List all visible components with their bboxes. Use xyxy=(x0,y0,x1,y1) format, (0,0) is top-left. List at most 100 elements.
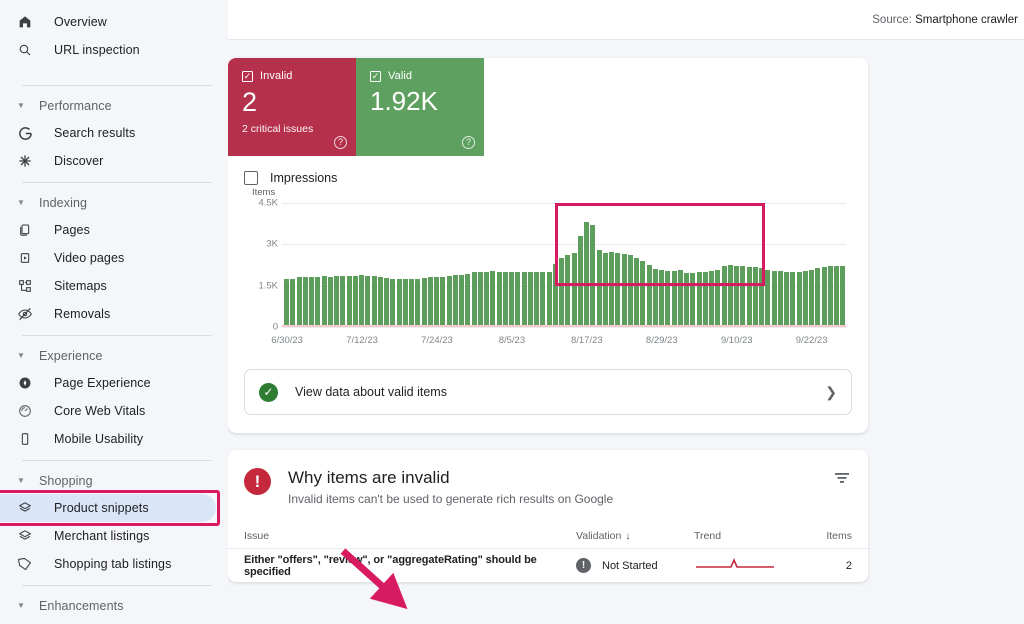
chart-bar[interactable] xyxy=(534,272,539,327)
chevron-right-icon[interactable]: ❯ xyxy=(825,384,837,401)
chevron-down-icon[interactable]: ▼ xyxy=(14,102,28,110)
issue-description[interactable]: Either "offers", "review", or "aggregate… xyxy=(244,554,576,578)
chart-bar[interactable] xyxy=(459,275,464,327)
chart-bar[interactable] xyxy=(390,279,395,327)
chart-bar[interactable] xyxy=(603,253,608,327)
chart-bar[interactable] xyxy=(440,277,445,327)
chart-bar[interactable] xyxy=(540,272,545,327)
sidebar-item-mobile-usability[interactable]: Mobile Usability xyxy=(0,425,216,453)
chart-bar[interactable] xyxy=(378,277,383,327)
chart-bar[interactable] xyxy=(640,261,645,327)
sidebar-item-product-snippets[interactable]: Product snippets xyxy=(0,494,216,522)
sidebar-item-shopping-tab-listings[interactable]: Shopping tab listings xyxy=(0,550,216,578)
chart-bar[interactable] xyxy=(284,279,289,327)
sidebar-group-experience[interactable]: ▼Experience xyxy=(0,343,228,369)
sidebar-item-url-inspection[interactable]: URL inspection xyxy=(0,36,216,64)
chart-bar[interactable] xyxy=(334,276,339,327)
chart-bar[interactable] xyxy=(465,274,470,327)
chart-bar[interactable] xyxy=(372,276,377,327)
chart-bar[interactable] xyxy=(803,271,808,327)
chart-bar[interactable] xyxy=(328,277,333,327)
chart-bar[interactable] xyxy=(815,268,820,327)
sidebar-item-removals[interactable]: Removals xyxy=(0,300,216,328)
sidebar-item-core-web-vitals[interactable]: Core Web Vitals xyxy=(0,397,216,425)
chart-bar[interactable] xyxy=(515,272,520,327)
chevron-down-icon[interactable]: ▼ xyxy=(14,602,28,610)
chart-bar[interactable] xyxy=(472,272,477,327)
chart-bar[interactable] xyxy=(834,266,839,327)
sidebar-item-sitemaps[interactable]: Sitemaps xyxy=(0,272,216,300)
chart-bar[interactable] xyxy=(522,272,527,327)
chart-bar[interactable] xyxy=(784,272,789,327)
help-icon[interactable]: ? xyxy=(334,136,347,149)
chart-bar[interactable] xyxy=(672,271,677,327)
invalid-tile[interactable]: ✓ Invalid 2 2 critical issues ? xyxy=(228,58,356,156)
chart-bar[interactable] xyxy=(590,225,595,328)
chart-bar[interactable] xyxy=(347,276,352,327)
chart-bar[interactable] xyxy=(615,253,620,327)
chart-bar[interactable] xyxy=(497,272,502,327)
sidebar-group-indexing[interactable]: ▼Indexing xyxy=(0,190,228,216)
chart-bar[interactable] xyxy=(790,272,795,327)
chart-bar[interactable] xyxy=(840,266,845,327)
sidebar-item-video-pages[interactable]: Video pages xyxy=(0,244,216,272)
chart-bar[interactable] xyxy=(297,277,302,327)
chart-bar[interactable] xyxy=(447,276,452,327)
chart-bar[interactable] xyxy=(809,270,814,327)
chart-bar[interactable] xyxy=(290,279,295,327)
chart-bar[interactable] xyxy=(653,269,658,327)
chart-bar[interactable] xyxy=(609,252,614,328)
chart-bar[interactable] xyxy=(490,271,495,327)
chart-bar[interactable] xyxy=(547,272,552,327)
checked-box-icon[interactable]: ✓ xyxy=(370,71,381,82)
chart-bar[interactable] xyxy=(403,279,408,327)
chart-bar[interactable] xyxy=(703,272,708,327)
chevron-down-icon[interactable]: ▼ xyxy=(14,477,28,485)
chart-bar[interactable] xyxy=(772,271,777,327)
help-icon[interactable]: ? xyxy=(462,136,475,149)
sidebar-item-pages[interactable]: Pages xyxy=(0,216,216,244)
sidebar-item-page-experience[interactable]: Page Experience xyxy=(0,369,216,397)
chart-bar[interactable] xyxy=(678,270,683,327)
chart-bar[interactable] xyxy=(690,273,695,327)
chart-bar[interactable] xyxy=(559,258,564,327)
column-header-trend[interactable]: Trend xyxy=(694,530,800,542)
chart-bar[interactable] xyxy=(353,276,358,327)
chart-bar[interactable] xyxy=(409,279,414,327)
sidebar-group-performance[interactable]: ▼Performance xyxy=(0,93,228,119)
chart-bar[interactable] xyxy=(509,272,514,327)
chart-bar[interactable] xyxy=(572,253,577,327)
chart-bar[interactable] xyxy=(759,268,764,327)
impressions-checkbox[interactable] xyxy=(244,171,258,185)
chevron-down-icon[interactable]: ▼ xyxy=(14,199,28,207)
chart-bar[interactable] xyxy=(315,277,320,327)
column-header-items[interactable]: Items xyxy=(800,530,852,542)
chart-bar[interactable] xyxy=(797,272,802,327)
chart-bar[interactable] xyxy=(728,265,733,327)
chart-bar[interactable] xyxy=(634,258,639,327)
sidebar-item-breadcrumbs[interactable]: Breadcrumbs xyxy=(0,619,216,624)
chart-bar[interactable] xyxy=(384,278,389,327)
chart-bar[interactable] xyxy=(365,276,370,327)
chart-bar[interactable] xyxy=(309,277,314,327)
chart-bar[interactable] xyxy=(422,278,427,327)
chart-bar[interactable] xyxy=(747,267,752,327)
valid-tile[interactable]: ✓ Valid 1.92K ? xyxy=(356,58,484,156)
chart-bar[interactable] xyxy=(715,270,720,327)
chart-bar[interactable] xyxy=(453,275,458,327)
sidebar-item-overview[interactable]: Overview xyxy=(0,8,216,36)
table-row[interactable]: Either "offers", "review", or "aggregate… xyxy=(228,548,868,582)
chart-bar[interactable] xyxy=(647,265,652,327)
chart-bar[interactable] xyxy=(740,266,745,327)
chart-bar[interactable] xyxy=(722,266,727,327)
sidebar-item-search-results[interactable]: Search results xyxy=(0,119,216,147)
impressions-legend-toggle[interactable]: Impressions xyxy=(228,156,868,185)
column-header-validation[interactable]: Validation↓ xyxy=(576,530,694,542)
filter-icon[interactable] xyxy=(832,468,852,488)
chart-bar[interactable] xyxy=(697,272,702,327)
chart-bar[interactable] xyxy=(565,255,570,327)
sidebar-item-discover[interactable]: Discover xyxy=(0,147,216,175)
chart-bar[interactable] xyxy=(684,273,689,327)
view-valid-items-row[interactable]: ✓ View data about valid items ❯ xyxy=(244,369,852,415)
chart-bar[interactable] xyxy=(553,264,558,327)
